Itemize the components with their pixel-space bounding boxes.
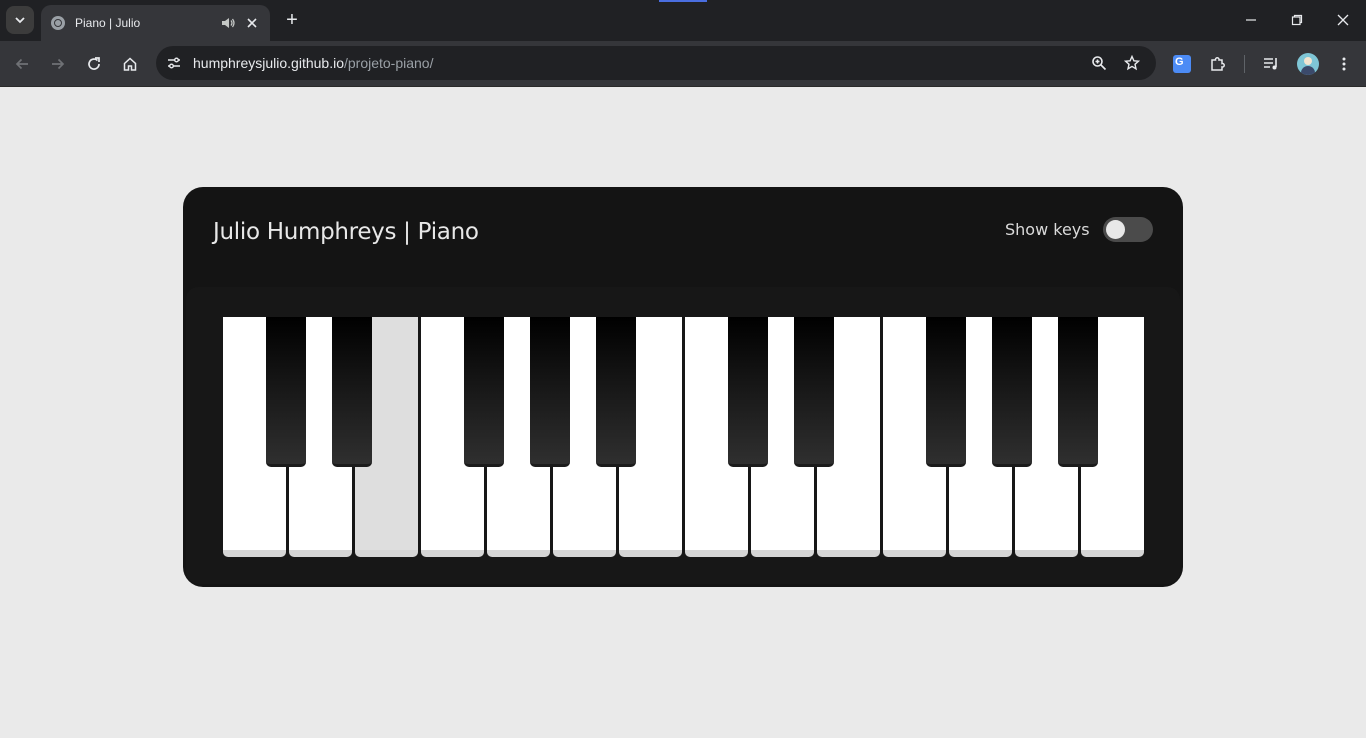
browser-toolbar: humphreysjulio.github.io/projeto-piano/ [0, 41, 1366, 87]
profile-avatar[interactable] [1296, 52, 1320, 76]
tab-search-button[interactable] [6, 6, 34, 34]
reload-button[interactable] [79, 49, 109, 79]
black-key[interactable] [266, 317, 306, 467]
tab-title: Piano | Julio [75, 16, 141, 30]
translate-icon[interactable] [1170, 52, 1194, 76]
home-icon [123, 57, 137, 71]
close-icon[interactable] [244, 15, 260, 31]
show-keys-toggle[interactable] [1103, 217, 1153, 242]
url-path: /projeto-piano/ [343, 55, 434, 71]
chevron-down-icon [15, 17, 25, 24]
zoom-icon[interactable] [1089, 53, 1109, 73]
toggle-knob [1106, 220, 1125, 239]
black-key[interactable] [794, 317, 834, 467]
address-bar[interactable]: humphreysjulio.github.io/projeto-piano/ [156, 46, 1156, 80]
window-close-icon[interactable] [1320, 0, 1366, 40]
minimize-icon[interactable] [1228, 0, 1274, 40]
show-keys-label: Show keys [1005, 220, 1090, 239]
piano-keyboard [223, 317, 1144, 557]
speaker-icon[interactable] [220, 15, 236, 31]
black-key[interactable] [1058, 317, 1098, 467]
globe-icon [51, 16, 65, 30]
url-host: humphreysjulio.github.io [193, 55, 344, 71]
back-button[interactable] [7, 49, 37, 79]
forward-icon [52, 58, 65, 70]
media-icon[interactable] [1259, 52, 1283, 76]
extensions-icon[interactable] [1206, 52, 1230, 76]
star-icon[interactable] [1122, 53, 1142, 73]
black-key[interactable] [332, 317, 372, 467]
home-button[interactable] [115, 49, 145, 79]
black-key[interactable] [596, 317, 636, 467]
black-key[interactable] [926, 317, 966, 467]
reload-icon [88, 57, 100, 70]
back-icon [15, 58, 28, 70]
browser-tab-bar: Piano | Julio + [0, 0, 1366, 41]
new-tab-button[interactable]: + [280, 8, 304, 32]
black-key[interactable] [530, 317, 570, 467]
restore-icon[interactable] [1274, 0, 1320, 40]
page-title: Julio Humphreys | Piano [213, 219, 479, 245]
site-settings-icon[interactable] [162, 51, 186, 75]
forward-button[interactable] [43, 49, 73, 79]
black-key[interactable] [728, 317, 768, 467]
toolbar-separator [1244, 55, 1245, 73]
menu-icon[interactable] [1332, 52, 1356, 76]
black-key[interactable] [464, 317, 504, 467]
tab-piano[interactable]: Piano | Julio [41, 5, 270, 41]
piano-header: Julio Humphreys | Piano Show keys [183, 187, 1183, 287]
black-key[interactable] [992, 317, 1032, 467]
tab-strip-indicator [659, 0, 707, 2]
url-text[interactable]: humphreysjulio.github.io/projeto-piano/ [193, 55, 434, 71]
